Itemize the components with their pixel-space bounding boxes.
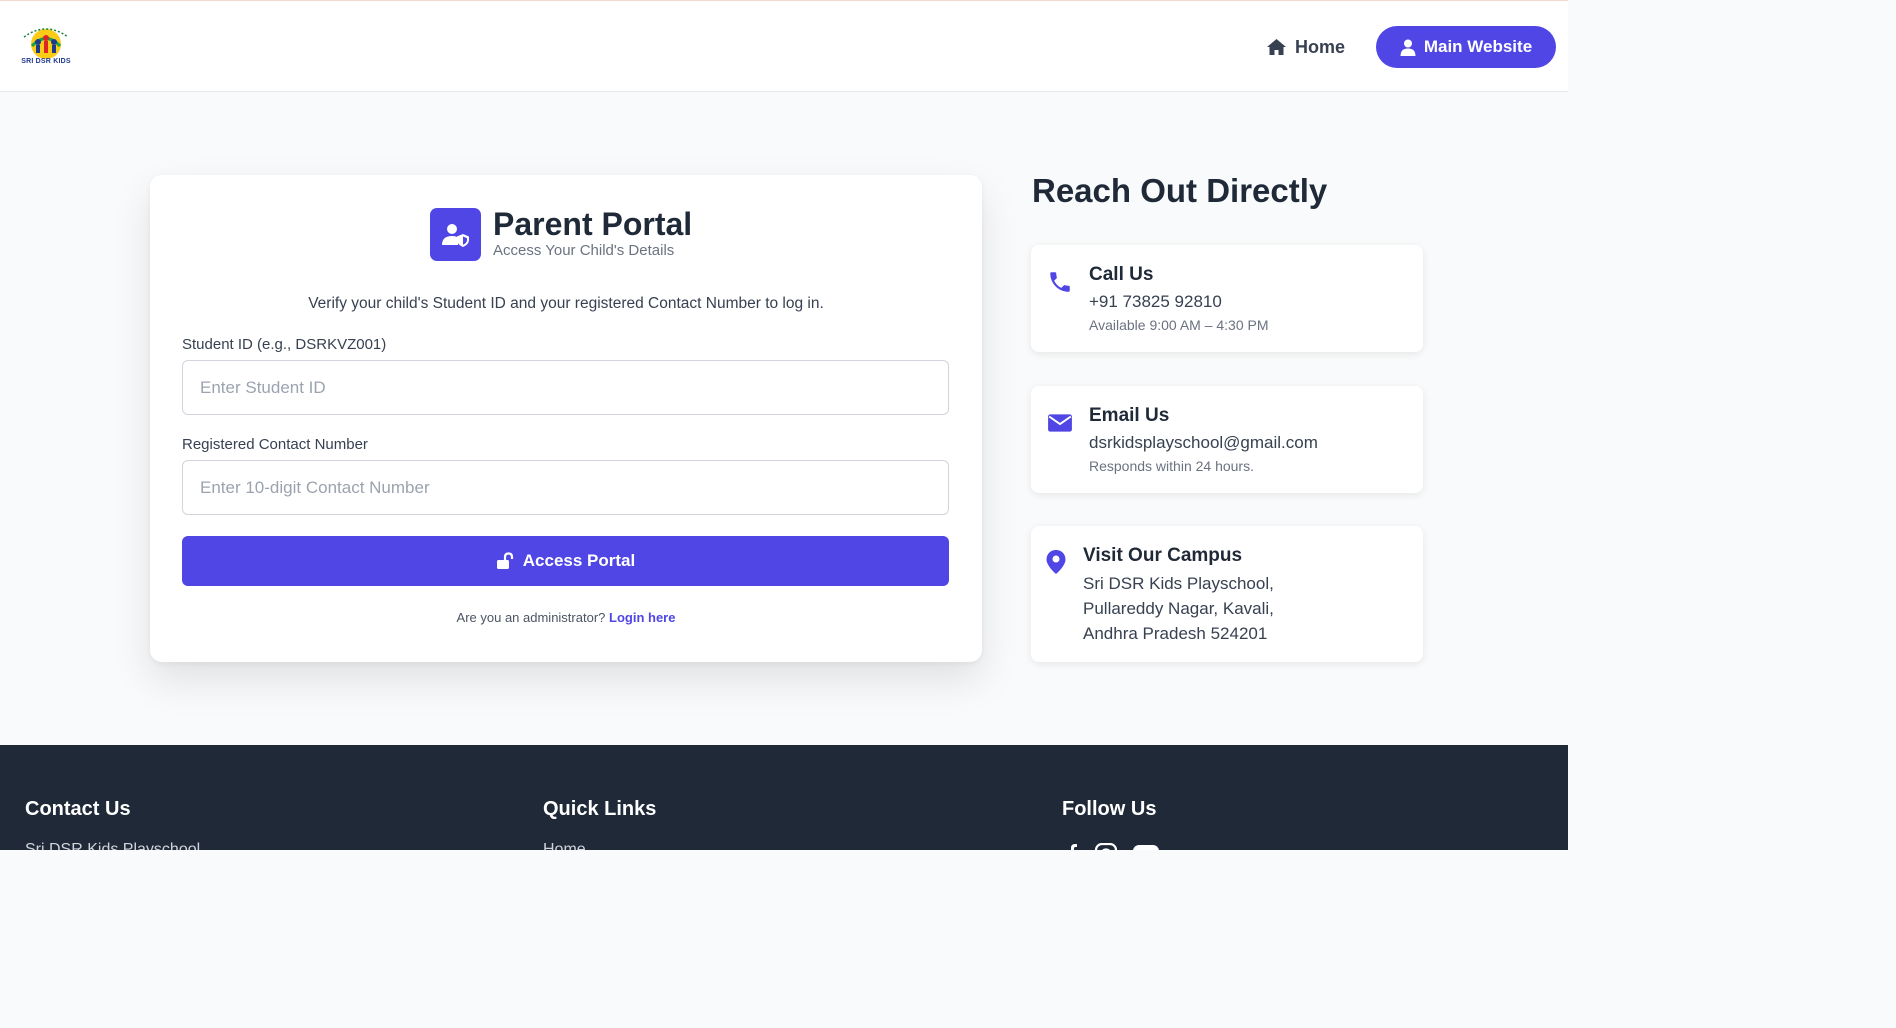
access-portal-button[interactable]: Access Portal — [182, 536, 949, 586]
admin-prompt-text: Are you an administrator? — [456, 610, 606, 625]
call-us-title: Call Us — [1089, 264, 1154, 285]
footer-contact-heading: Contact Us — [25, 798, 131, 820]
email-address[interactable]: dsrkidsplayschool@gmail.com — [1089, 433, 1318, 453]
footer-link-home[interactable]: Home — [543, 841, 586, 850]
footer-links-heading: Quick Links — [543, 798, 657, 820]
admin-login-link[interactable]: Login here — [609, 610, 675, 625]
location-pin-icon — [1046, 550, 1066, 574]
nav-home-label: Home — [1295, 36, 1346, 57]
main-website-label: Main Website — [1423, 37, 1533, 56]
footer-contact-line: Sri DSR Kids Playschool — [25, 841, 201, 850]
contact-number-label: Registered Contact Number — [182, 436, 368, 453]
home-icon — [1267, 39, 1286, 55]
parent-portal-card: Parent Portal Access Your Child's Detail… — [150, 175, 982, 662]
call-hours: Available 9:00 AM – 4:30 PM — [1089, 317, 1269, 333]
page-subtitle: Access Your Child's Details — [493, 242, 675, 259]
logo-text: SRI DSR KIDS — [21, 58, 71, 65]
reach-out-heading: Reach Out Directly — [1032, 172, 1328, 209]
user-icon — [1400, 39, 1416, 56]
page-title: Parent Portal — [493, 206, 693, 242]
phone-number[interactable]: +91 73825 92810 — [1089, 292, 1222, 312]
site-footer: Contact Us Sri DSR Kids Playschool Quick… — [0, 745, 1568, 850]
user-shield-icon — [441, 223, 469, 247]
facebook-icon[interactable] — [1062, 843, 1090, 850]
top-navbar: SRI DSR KIDS Home Main Website — [0, 0, 1568, 92]
instagram-icon[interactable] — [1093, 843, 1121, 850]
footer-follow-heading: Follow Us — [1062, 798, 1157, 820]
main-website-button[interactable]: Main Website — [1376, 26, 1556, 68]
student-id-input[interactable] — [182, 360, 949, 415]
nav-home-link[interactable]: Home — [1266, 31, 1345, 63]
address-line-2: Pullareddy Nagar, Kavali, — [1083, 599, 1274, 618]
email-us-title: Email Us — [1089, 405, 1170, 426]
youtube-icon[interactable] — [1132, 843, 1160, 850]
address-line-3: Andhra Pradesh 524201 — [1083, 624, 1268, 643]
school-logo[interactable]: SRI DSR KIDS — [18, 25, 74, 71]
admin-login-prompt: Are you an administrator? Login here — [150, 610, 982, 625]
portal-badge — [430, 208, 481, 261]
call-us-card: Call Us +91 73825 92810 Available 9:00 A… — [1031, 245, 1423, 352]
visit-campus-card: Visit Our Campus Sri DSR Kids Playschool… — [1031, 526, 1423, 662]
phone-icon — [1050, 272, 1070, 292]
logo-emblem-icon — [23, 28, 69, 59]
login-instructions: Verify your child's Student ID and your … — [308, 295, 824, 312]
visit-campus-title: Visit Our Campus — [1083, 545, 1243, 566]
email-us-card: Email Us dsrkidsplayschool@gmail.com Res… — [1031, 386, 1423, 493]
access-portal-label: Access Portal — [522, 551, 636, 570]
unlock-icon — [496, 552, 513, 569]
contact-number-input[interactable] — [182, 460, 949, 515]
email-response-note: Responds within 24 hours. — [1089, 458, 1254, 474]
student-id-label: Student ID (e.g., DSRKVZ001) — [182, 336, 387, 353]
address-line-1: Sri DSR Kids Playschool, — [1083, 574, 1274, 593]
envelope-icon — [1048, 414, 1072, 432]
